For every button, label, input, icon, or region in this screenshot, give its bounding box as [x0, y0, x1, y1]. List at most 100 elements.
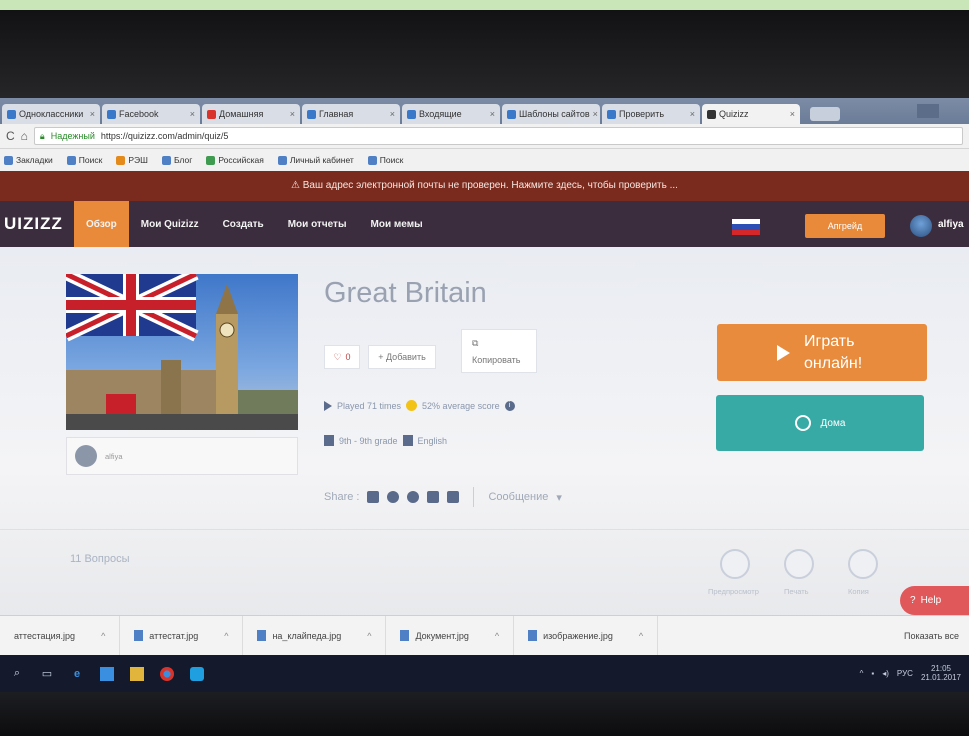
new-tab-button[interactable] [810, 107, 840, 121]
browser-tab[interactable]: Входящие × [402, 104, 500, 124]
bookmark-icon [367, 155, 377, 165]
quizizz-logo[interactable]: UIZIZZ [0, 214, 74, 234]
language-indicator[interactable]: РУС [897, 669, 913, 678]
close-icon[interactable]: × [190, 109, 195, 119]
divider [473, 487, 475, 507]
chevron-up-icon[interactable]: ^ [639, 631, 643, 641]
email-verify-banner[interactable]: ⚠ Ваш адрес электронной почты не провере… [0, 171, 969, 201]
file-icon [528, 630, 538, 641]
show-all-downloads[interactable]: Показать все [904, 631, 959, 641]
tab-favicon-icon [107, 109, 116, 119]
preview-icon[interactable] [720, 549, 750, 579]
play-icon [777, 344, 790, 361]
browser-tab[interactable]: Шаблоны сайтов × [502, 104, 600, 124]
share-label: Share : [324, 491, 360, 503]
upgrade-button[interactable]: Апгрейд [805, 214, 885, 238]
accuracy-icon [406, 400, 418, 411]
download-item[interactable]: аттестат.jpg ^ [120, 615, 244, 656]
close-icon[interactable]: × [790, 109, 795, 119]
explorer-icon[interactable] [130, 666, 144, 681]
download-item[interactable]: на_клайпедa.jpg ^ [243, 615, 387, 656]
copy-quiz-button[interactable]: ⧉ Копировать [461, 329, 537, 373]
lock-icon: 🔒︎ [39, 130, 45, 141]
print-label: Печать [784, 587, 809, 596]
edit-icon[interactable] [848, 549, 878, 579]
browser-tab[interactable]: Главная × [302, 104, 400, 124]
like-button[interactable]: ♡ 0 [324, 345, 360, 369]
close-icon[interactable]: × [390, 109, 395, 119]
search-icon[interactable]: ⌕ [10, 667, 24, 681]
avatar[interactable] [910, 215, 932, 237]
questions-count[interactable]: 11 Вопросы [70, 553, 130, 565]
clock[interactable]: 21:05 21.01.2017 [921, 664, 961, 682]
nav-my-quizizz[interactable]: Мои Quizizz [129, 201, 211, 247]
close-icon[interactable]: × [290, 109, 295, 119]
close-icon[interactable]: × [90, 109, 95, 119]
report-link[interactable]: Сообщение [488, 491, 548, 503]
browser-tab[interactable]: Одноклассники × [2, 104, 100, 124]
tab-favicon-icon [307, 109, 316, 119]
window-control[interactable] [917, 104, 939, 118]
home-icon[interactable]: ⌂ [21, 129, 28, 143]
bookmark-item[interactable]: Личный кабинет [277, 155, 354, 165]
homework-button[interactable]: Дома [716, 395, 924, 451]
browser-tab[interactable]: Facebook × [102, 104, 200, 124]
browser-tab[interactable]: Проверить × [602, 104, 700, 124]
browser-tab-active[interactable]: Quizizz × [702, 104, 800, 124]
chrome-icon[interactable] [160, 666, 174, 681]
facebook-icon[interactable] [447, 491, 460, 503]
bookmark-item[interactable]: Поиск [66, 155, 102, 165]
play-live-label: Играть онлайн! [804, 332, 863, 372]
pinterest-icon[interactable] [407, 491, 420, 503]
nav-my-reports[interactable]: Мои отчеты [276, 201, 359, 247]
add-to-collection-button[interactable]: + Добавить [368, 345, 436, 369]
creator-card[interactable]: alfiya [66, 437, 298, 475]
bookmark-item[interactable]: Поиск [367, 155, 403, 165]
bookmark-item[interactable]: Блог [161, 155, 192, 165]
volume-icon[interactable]: ◂) [882, 669, 889, 678]
page-title: Great Britain [324, 277, 487, 309]
edge-icon[interactable]: e [70, 667, 84, 681]
network-icon[interactable]: ▪ [871, 669, 874, 678]
username[interactable]: alfiya [938, 219, 964, 230]
help-button[interactable]: ? Help [900, 586, 969, 615]
url-input[interactable]: 🔒︎ Надежный https://quizizz.com/admin/qu… [33, 127, 963, 145]
twitter-icon[interactable] [387, 491, 400, 503]
store-icon[interactable] [100, 666, 114, 681]
nav-my-memes[interactable]: Мои мемы [359, 201, 435, 247]
info-icon[interactable]: i [504, 400, 515, 411]
classroom-icon[interactable] [427, 491, 440, 503]
chevron-up-icon[interactable]: ^ [495, 631, 499, 641]
print-icon[interactable] [784, 549, 814, 579]
chevron-up-icon[interactable]: ^ [224, 631, 228, 641]
windows-taskbar: ⌕ ▭ e ^ ▪ ◂) РУС 21:05 21.01.2017 [0, 655, 969, 692]
bookmark-item[interactable]: Закладки [4, 155, 53, 165]
download-item[interactable]: изображение.jpg ^ [514, 615, 659, 656]
file-icon [134, 630, 144, 641]
quiz-detail-page: alfiya Great Britain ♡ 0 + Добавить ⧉ Ко… [0, 247, 969, 615]
close-icon[interactable]: × [490, 109, 495, 119]
russian-flag-icon[interactable] [732, 219, 760, 235]
tab-favicon-icon [207, 109, 216, 119]
play-live-button[interactable]: Играть онлайн! [717, 324, 927, 381]
nav-overview[interactable]: Обзор [74, 201, 129, 247]
task-view-icon[interactable]: ▭ [40, 667, 54, 681]
downloads-bar: аттестация.jpg ^ аттестат.jpg ^ на_клайпед… [0, 615, 969, 656]
close-icon[interactable]: × [690, 109, 695, 119]
copy-icon: ⧉ [472, 337, 479, 348]
browser-tabbar: Одноклассники × Facebook × Домашняя × Главн… [0, 98, 969, 124]
nav-create[interactable]: Создать [211, 201, 276, 247]
bookmark-item[interactable]: Российская [206, 155, 264, 165]
play-icon [324, 400, 332, 411]
link-icon[interactable] [367, 491, 380, 503]
bookmark-item[interactable]: РЭШ [116, 155, 148, 165]
close-icon[interactable]: × [593, 109, 598, 119]
chevron-up-icon[interactable]: ^ [101, 631, 105, 641]
download-item[interactable]: Документ.jpg ^ [386, 615, 515, 656]
browser-tab[interactable]: Домашняя × [202, 104, 300, 124]
download-item[interactable]: аттестация.jpg ^ [0, 615, 121, 656]
chevron-up-icon[interactable]: ^ [367, 631, 371, 641]
skype-icon[interactable] [190, 666, 204, 681]
reload-icon[interactable]: C [6, 129, 15, 143]
chevron-up-icon[interactable]: ^ [860, 669, 864, 678]
